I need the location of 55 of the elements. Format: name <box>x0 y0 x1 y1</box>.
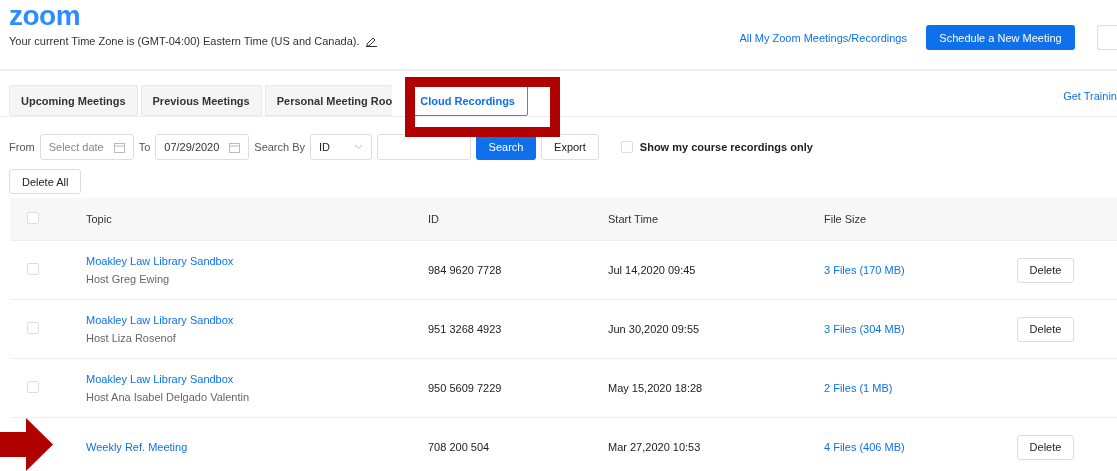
search-by-label: Search By <box>254 141 306 153</box>
edit-icon[interactable] <box>365 35 377 47</box>
row-checkbox[interactable] <box>27 381 39 393</box>
from-label: From <box>9 141 35 153</box>
column-header: ID <box>428 213 439 225</box>
timezone-text: Your current Time Zone is (GMT-04:00) Eastern Time (US and Canada). <box>9 35 360 47</box>
meeting-id: 951 3268 4923 <box>428 323 502 335</box>
topic-link[interactable]: Moakley Law Library Sandbox <box>86 314 428 326</box>
file-size-link[interactable]: 3 Files (304 MB) <box>824 323 905 335</box>
export-button[interactable]: Export <box>541 134 599 160</box>
topic-link[interactable]: Moakley Law Library Sandbox <box>86 255 428 267</box>
calendar-icon <box>113 141 125 153</box>
delete-button[interactable]: Delete <box>1017 257 1074 283</box>
tab[interactable]: Previous Meetings <box>140 85 262 116</box>
start-time: Jul 14,2020 09:45 <box>608 264 696 276</box>
tab[interactable]: Personal Meeting Roo <box>264 85 393 116</box>
column-header: Start Time <box>608 213 659 225</box>
delete-button[interactable]: Delete <box>1017 434 1074 460</box>
checkbox-label: Show my course recordings only <box>639 141 813 153</box>
start-time: Mar 27,2020 10:53 <box>608 441 701 453</box>
host-name: Host Greg Ewing <box>86 273 171 285</box>
file-size-link[interactable]: 2 Files (1 MB) <box>824 382 893 394</box>
file-size-link[interactable]: 4 Files (406 MB) <box>824 441 905 453</box>
file-size-link[interactable]: 3 Files (170 MB) <box>824 264 905 276</box>
search-by-dropdown[interactable]: ID <box>310 134 373 160</box>
partial-button[interactable] <box>1097 25 1117 50</box>
host-name: Host Liza Rosenof <box>86 332 177 344</box>
start-time: Jun 30,2020 09:55 <box>608 323 700 335</box>
topic-link[interactable]: Moakley Law Library Sandbox <box>86 373 428 385</box>
to-date-field[interactable]: 07/29/2020 <box>155 134 250 160</box>
from-date-field[interactable]: Select date <box>39 134 134 160</box>
column-header: Topic <box>86 213 112 225</box>
get-training-link[interactable]: Get Trainin <box>1063 89 1117 102</box>
select-all-checkbox[interactable] <box>27 212 39 224</box>
topic-link[interactable]: Weekly Ref. Meeting <box>86 441 428 453</box>
column-header: File Size <box>824 213 867 225</box>
pointer-arrow <box>0 418 53 471</box>
row-checkbox[interactable] <box>27 322 39 334</box>
meeting-id: 708 200 504 <box>428 441 490 453</box>
tab[interactable]: Upcoming Meetings <box>9 85 138 116</box>
host-name: Host Ana Isabel Delgado Valentin <box>86 391 251 403</box>
meeting-id: 950 5609 7229 <box>428 382 502 394</box>
search-input[interactable] <box>377 134 472 160</box>
zoom-logo[interactable]: zoom <box>9 3 377 29</box>
row-checkbox[interactable] <box>27 263 39 275</box>
delete-all-button[interactable]: Delete All <box>9 169 82 194</box>
calendar-icon <box>229 141 241 153</box>
all-meetings-link[interactable]: All My Zoom Meetings/Recordings <box>739 31 907 44</box>
schedule-meeting-button[interactable]: Schedule a New Meeting <box>926 25 1075 50</box>
checkbox[interactable] <box>620 141 633 153</box>
to-label: To <box>138 141 151 153</box>
meeting-id: 984 9620 7728 <box>428 264 502 276</box>
start-time: May 15,2020 18:28 <box>608 382 703 394</box>
delete-button[interactable]: Delete <box>1017 316 1074 342</box>
chevron-icon <box>354 144 364 150</box>
